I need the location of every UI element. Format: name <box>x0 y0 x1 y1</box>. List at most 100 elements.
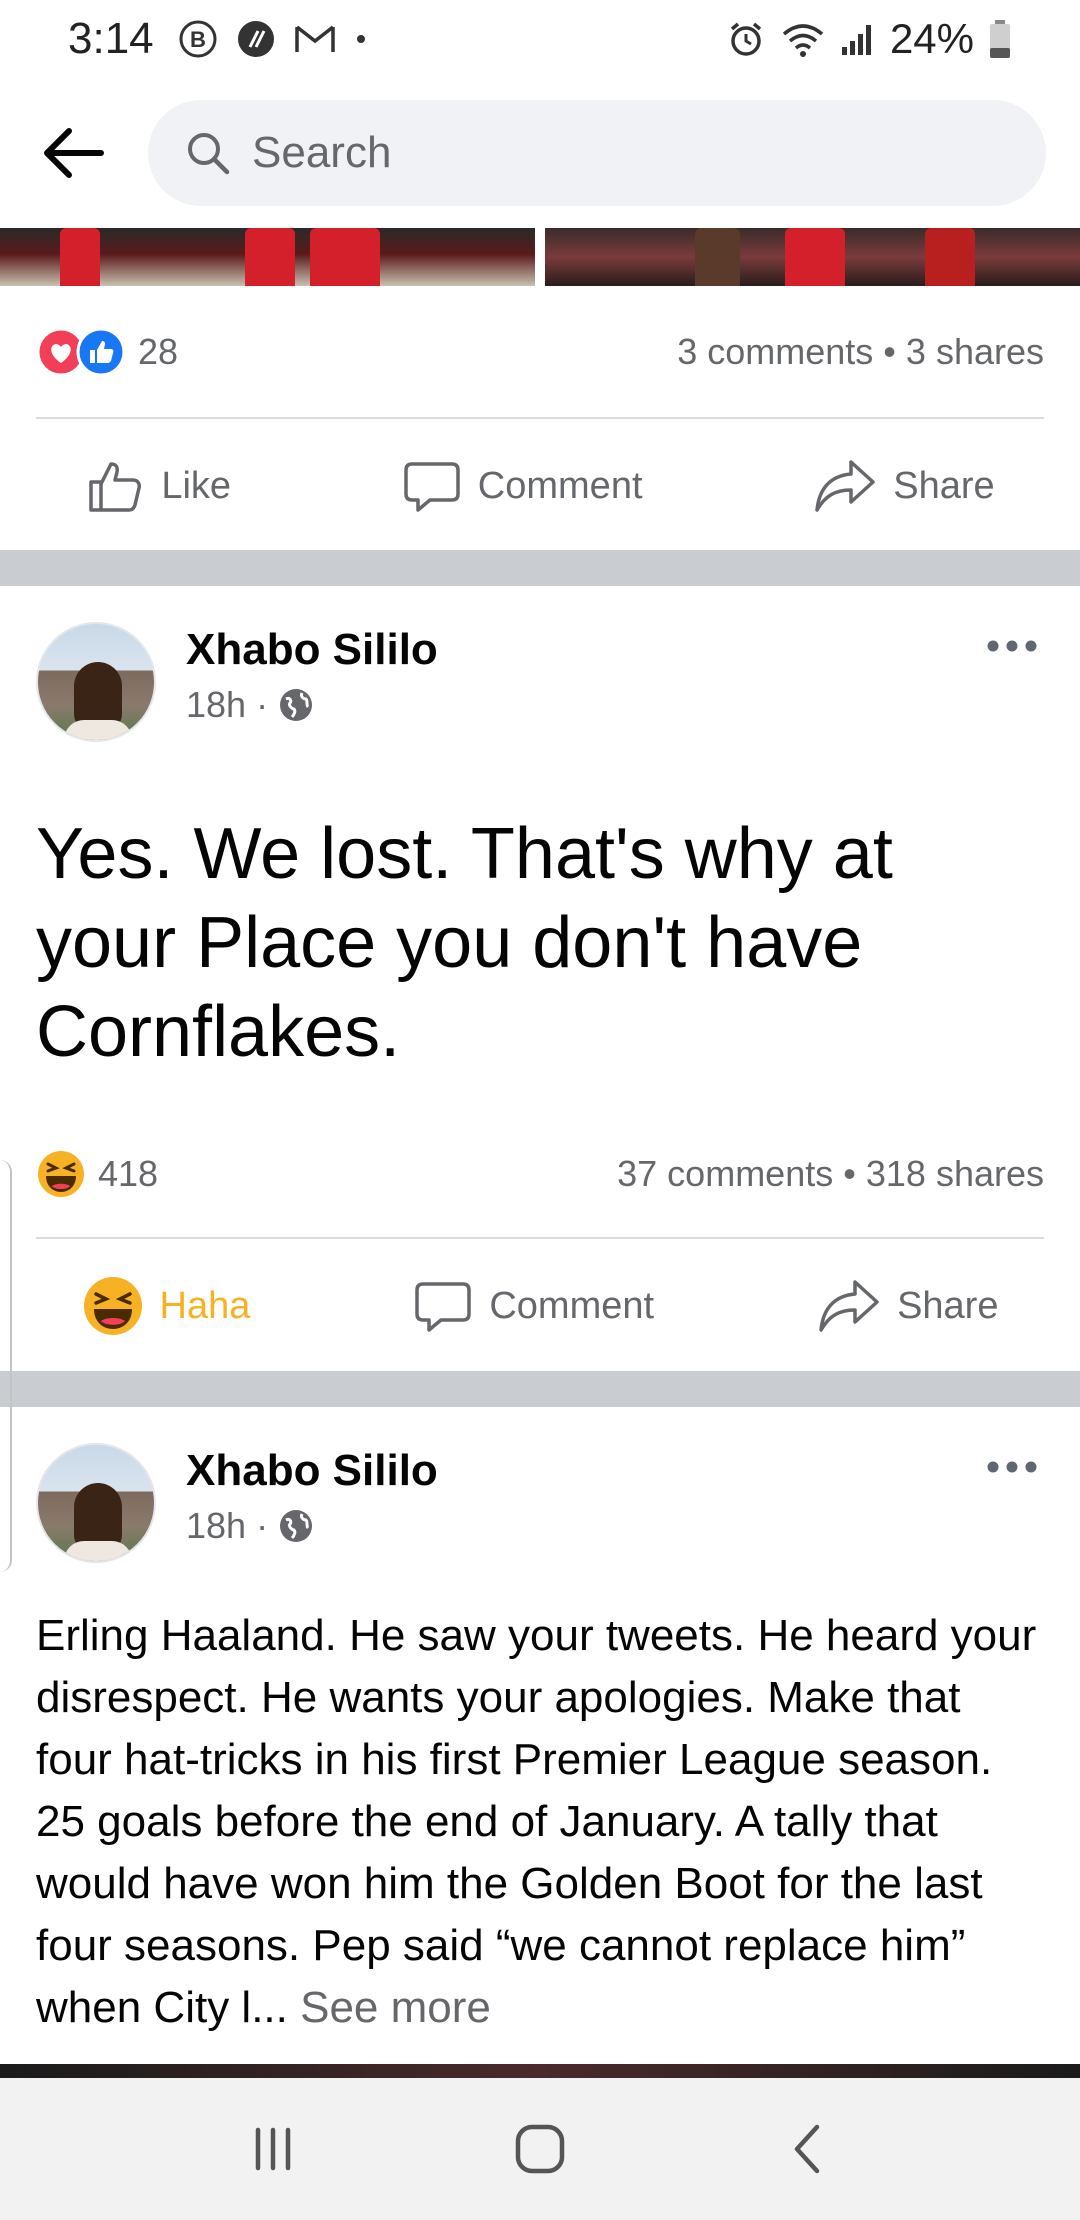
avatar[interactable] <box>36 622 156 742</box>
post1-photos[interactable] <box>0 228 1080 286</box>
status-time: 3:14 <box>68 14 154 63</box>
dot-icon <box>354 32 368 46</box>
post3-text: Erling Haaland. He saw your tweets. He h… <box>36 1611 1037 2032</box>
post3-meta: 18h · <box>186 1505 980 1547</box>
system-nav-bar <box>0 2078 1080 2220</box>
recent-apps-icon <box>256 2127 291 2171</box>
search-header: Search <box>0 78 1080 228</box>
post1-share-count[interactable]: 3 shares <box>906 331 1044 372</box>
post2-more-button[interactable] <box>980 626 1044 666</box>
avatar[interactable] <box>36 1443 156 1563</box>
post2-author-block: Xhabo Sililo 18h · <box>186 622 980 726</box>
photo-detail <box>60 228 100 286</box>
battery-percent: 24% <box>889 15 974 62</box>
status-bar: 3:14 B 24% <box>0 0 1080 78</box>
status-right: 24% <box>726 15 1012 63</box>
post-separator <box>0 550 1080 586</box>
home-button[interactable] <box>500 2109 580 2189</box>
photo-detail <box>695 228 740 286</box>
post2-text: Yes. We lost. That's why at your Place y… <box>36 814 893 1072</box>
post1-stats: 28 3 comments • 3 shares <box>36 312 1044 392</box>
share-button[interactable]: Share <box>817 1276 998 1336</box>
post3-time[interactable]: 18h <box>186 1505 246 1547</box>
comment-button[interactable]: Comment <box>413 1276 654 1336</box>
post3-text-block: Erling Haaland. He saw your tweets. He h… <box>36 1605 1044 2039</box>
post1-actions: Like Comment Share <box>0 421 1080 551</box>
avatar-shirt <box>64 720 132 740</box>
post2-divider <box>36 1237 1044 1239</box>
post2-meta-separator: · <box>256 684 269 725</box>
photo-detail <box>785 228 845 286</box>
post2-header: Xhabo Sililo 18h · <box>36 622 1044 752</box>
back-arrow-icon <box>44 128 104 178</box>
more-options-icon <box>987 1461 1037 1473</box>
post3-author-name[interactable]: Xhabo Sililo <box>186 1443 980 1499</box>
photo-detail <box>925 228 975 286</box>
search-placeholder: Search <box>252 128 392 177</box>
share-icon <box>819 1280 879 1332</box>
post1-reaction-icons <box>36 327 126 377</box>
post2-reaction-icons <box>36 1149 86 1199</box>
post2-reaction-count: 418 <box>98 1153 159 1194</box>
post2-time[interactable]: 18h <box>186 684 246 726</box>
post3-more-button[interactable] <box>980 1447 1044 1487</box>
edge-drawer-handle[interactable] <box>0 1160 12 1572</box>
post1-comment-count[interactable]: 3 comments <box>677 331 873 372</box>
system-back-button[interactable] <box>767 2109 847 2189</box>
post3-header: Xhabo Sililo 18h · <box>36 1443 1044 1573</box>
comment-label: Comment <box>489 1284 655 1327</box>
haha-reaction-icon <box>38 1151 84 1197</box>
photo-detail <box>245 228 295 286</box>
wifi-icon <box>780 20 826 58</box>
post1-photo-left[interactable] <box>0 228 535 286</box>
avatar-shirt <box>64 1541 132 1561</box>
like-button[interactable]: Like <box>85 456 231 516</box>
photo-detail <box>310 228 380 286</box>
like-reaction-icon <box>76 327 126 377</box>
post2-stat-separator: • <box>843 1153 856 1194</box>
slash-circle-icon <box>236 19 276 59</box>
svg-text:B: B <box>190 27 206 52</box>
post2-share-count[interactable]: 318 shares <box>866 1153 1044 1194</box>
post1-reactions[interactable]: 28 <box>36 327 178 377</box>
gmail-icon <box>294 22 336 56</box>
post3-author-block: Xhabo Sililo 18h · <box>186 1443 980 1547</box>
haha-label: Haha <box>159 1284 251 1327</box>
post1-divider <box>36 417 1044 419</box>
post3-photo-edge[interactable] <box>0 2064 1080 2078</box>
post1-counts: 3 comments • 3 shares <box>677 331 1044 373</box>
thumbs-up-icon <box>89 462 142 512</box>
back-button[interactable] <box>34 115 110 191</box>
like-label: Like <box>161 464 232 507</box>
home-icon <box>515 2124 565 2174</box>
post1-photo-right[interactable] <box>545 228 1080 286</box>
post2-reactions[interactable]: 418 <box>36 1149 158 1199</box>
post3-meta-separator: · <box>256 1505 269 1546</box>
globe-icon <box>280 1510 313 1542</box>
comment-icon <box>404 462 460 512</box>
more-options-icon <box>987 640 1037 652</box>
post2-comment-count[interactable]: 37 comments <box>617 1153 833 1194</box>
share-label: Share <box>893 464 995 507</box>
see-more-link[interactable]: See more <box>300 1983 491 2032</box>
status-left: 3:14 B <box>68 14 368 64</box>
share-icon <box>815 460 875 512</box>
search-input[interactable]: Search <box>148 100 1046 206</box>
post1-stat-separator: • <box>883 331 896 372</box>
post2-actions: Haha Comment Share <box>0 1241 1080 1371</box>
share-button[interactable]: Share <box>813 456 995 516</box>
post2-author-name[interactable]: Xhabo Sililo <box>186 622 980 678</box>
globe-icon <box>280 689 313 721</box>
comment-button[interactable]: Comment <box>402 456 643 516</box>
post2-stats: 418 37 comments • 318 shares <box>36 1134 1044 1214</box>
battery-icon <box>988 19 1012 59</box>
post1-reaction-count: 28 <box>138 331 179 372</box>
haha-icon <box>83 1277 142 1335</box>
search-icon <box>188 133 230 175</box>
b-circle-icon: B <box>178 19 218 59</box>
signal-icon <box>840 21 876 57</box>
recent-apps-button[interactable] <box>233 2109 313 2189</box>
post-separator <box>0 1371 1080 1407</box>
haha-button[interactable]: Haha <box>82 1275 251 1337</box>
alarm-icon <box>726 19 766 59</box>
